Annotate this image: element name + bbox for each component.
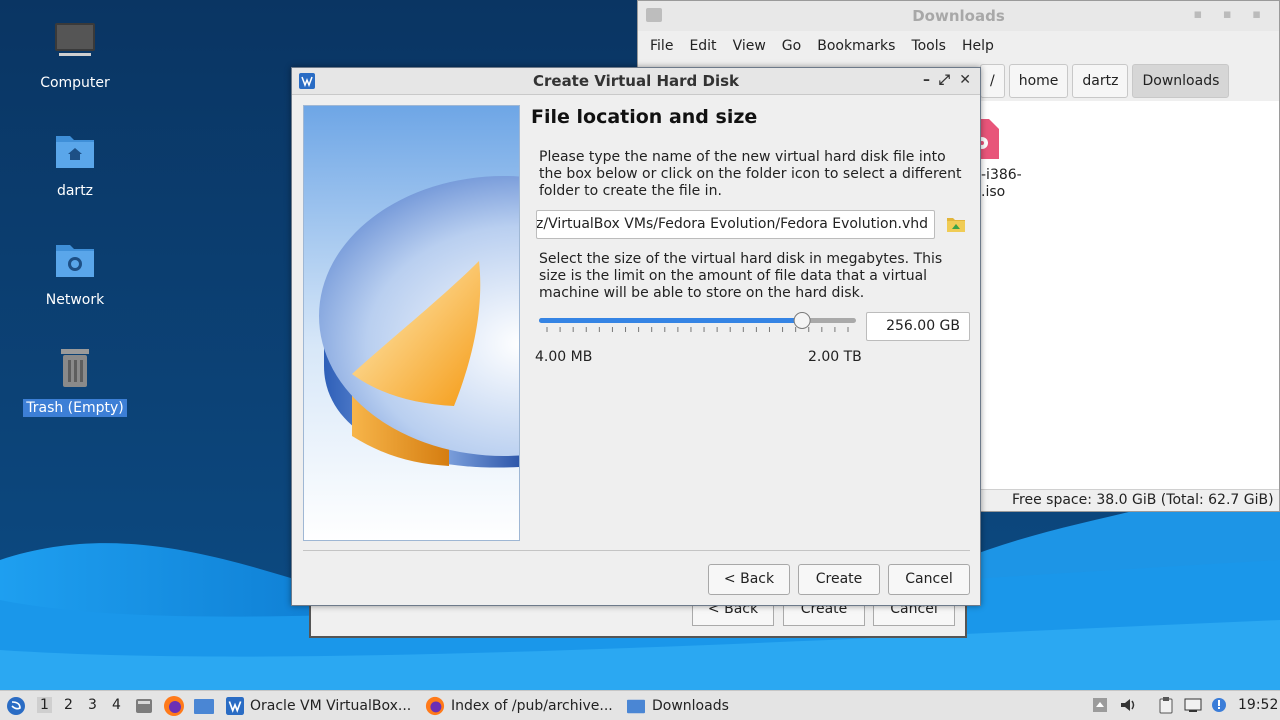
workspace-1[interactable]: 1 bbox=[37, 697, 52, 713]
menu-tools[interactable]: Tools bbox=[903, 38, 954, 54]
file-name-label[interactable]: -i386- .iso bbox=[981, 167, 1022, 201]
size-slider[interactable] bbox=[537, 310, 858, 336]
update-notifier-icon[interactable] bbox=[1210, 696, 1228, 714]
close-icon[interactable]: ✕ bbox=[959, 72, 971, 88]
start-menu-icon[interactable] bbox=[6, 696, 26, 716]
desktop-icon-label: dartz bbox=[56, 183, 94, 199]
create-button[interactable]: Create bbox=[798, 564, 880, 595]
desktop-icon-label: Trash (Empty) bbox=[23, 399, 127, 417]
crumb-root[interactable]: / bbox=[980, 64, 1005, 98]
desktop-icon-trash[interactable]: Trash (Empty) bbox=[20, 345, 130, 417]
create-virtual-hard-disk-dialog: Create Virtual Hard Disk – ⤢ ✕ File loca… bbox=[291, 67, 981, 606]
file-name-line: .iso bbox=[981, 184, 1006, 200]
size-input[interactable]: 256.00 GB bbox=[866, 312, 970, 341]
firefox-icon bbox=[425, 696, 445, 716]
home-folder-icon bbox=[56, 136, 94, 168]
desktop-icon-computer[interactable]: Computer bbox=[20, 20, 130, 92]
window-controls[interactable]: ▪ ▪ ▪ bbox=[1194, 7, 1269, 22]
workspace-2[interactable]: 2 bbox=[64, 697, 73, 713]
desktop-icon-network[interactable]: Network bbox=[20, 237, 130, 309]
dialog-titlebar[interactable]: Create Virtual Hard Disk – ⤢ ✕ bbox=[292, 68, 980, 95]
task-virtualbox[interactable]: Oracle VM VirtualBox... bbox=[226, 693, 414, 719]
task-firefox[interactable]: Index of /pub/archive... bbox=[425, 693, 615, 719]
divider bbox=[303, 550, 970, 551]
tray-arrow-icon[interactable] bbox=[1091, 696, 1109, 714]
trash-icon bbox=[61, 349, 89, 387]
menu-edit[interactable]: Edit bbox=[681, 38, 724, 54]
clock[interactable]: 19:52 bbox=[1238, 697, 1278, 713]
dialog-title: Create Virtual Hard Disk bbox=[532, 72, 739, 90]
menu-view[interactable]: View bbox=[725, 38, 774, 54]
folder-launcher-icon[interactable] bbox=[193, 696, 215, 716]
crumb-home[interactable]: home bbox=[1008, 64, 1069, 98]
display-icon[interactable] bbox=[1184, 696, 1202, 714]
network-folder-icon bbox=[56, 245, 94, 277]
virtualbox-icon bbox=[226, 697, 244, 715]
slider-max-label: 2.00 TB bbox=[808, 349, 862, 365]
crumb-dartz[interactable]: dartz bbox=[1072, 64, 1129, 98]
desktop-icon-label: Computer bbox=[40, 75, 110, 91]
volume-icon[interactable] bbox=[1119, 696, 1137, 714]
folder-icon bbox=[646, 8, 662, 22]
minimize-icon[interactable]: – bbox=[923, 72, 930, 88]
file-manager-menubar: File Edit View Go Bookmarks Tools Help bbox=[638, 31, 1279, 61]
task-label: Downloads bbox=[652, 698, 729, 714]
clipboard-icon[interactable] bbox=[1157, 696, 1175, 714]
back-button[interactable]: < Back bbox=[708, 564, 790, 595]
maximize-icon[interactable]: ⤢ bbox=[939, 72, 950, 88]
desktop-icon-label: Network bbox=[45, 292, 105, 308]
workspace-3[interactable]: 3 bbox=[88, 697, 97, 713]
menu-bookmarks[interactable]: Bookmarks bbox=[809, 38, 903, 54]
file-manager-titlebar[interactable]: Downloads ▪ ▪ ▪ bbox=[638, 1, 1279, 31]
file-name-line: -i386- bbox=[981, 167, 1022, 183]
crumb-downloads[interactable]: Downloads bbox=[1132, 64, 1230, 98]
wizard-illustration bbox=[303, 105, 520, 541]
page-heading: File location and size bbox=[531, 106, 758, 128]
file-manager-launcher-icon[interactable] bbox=[134, 696, 154, 716]
folder-icon bbox=[627, 699, 645, 714]
file-manager-title: Downloads bbox=[912, 7, 1005, 25]
menu-file[interactable]: File bbox=[642, 38, 681, 54]
size-description: Select the size of the virtual hard disk… bbox=[539, 251, 943, 301]
slider-handle[interactable] bbox=[793, 312, 811, 329]
task-label: Index of /pub/archive... bbox=[451, 698, 613, 714]
menu-help[interactable]: Help bbox=[954, 38, 1002, 54]
task-label: Oracle VM VirtualBox... bbox=[250, 698, 412, 714]
taskbar: 1 2 3 4 Oracle VM VirtualBox... Index of… bbox=[0, 690, 1280, 720]
location-description: Please type the name of the new virtual … bbox=[539, 149, 962, 199]
menu-go[interactable]: Go bbox=[774, 38, 809, 54]
computer-icon bbox=[55, 23, 95, 56]
firefox-launcher-icon[interactable] bbox=[163, 695, 185, 717]
workspace-4[interactable]: 4 bbox=[112, 697, 121, 713]
choose-folder-icon[interactable] bbox=[946, 215, 966, 233]
slider-fill bbox=[539, 318, 803, 323]
task-downloads[interactable]: Downloads bbox=[626, 693, 736, 719]
slider-min-label: 4.00 MB bbox=[535, 349, 593, 365]
virtualbox-icon bbox=[299, 73, 315, 89]
file-location-input[interactable]: z/VirtualBox VMs/Fedora Evolution/Fedora… bbox=[536, 210, 935, 239]
cancel-button[interactable]: Cancel bbox=[888, 564, 970, 595]
disk-pie-illustration bbox=[304, 106, 519, 540]
desktop-icon-home[interactable]: dartz bbox=[20, 128, 130, 200]
